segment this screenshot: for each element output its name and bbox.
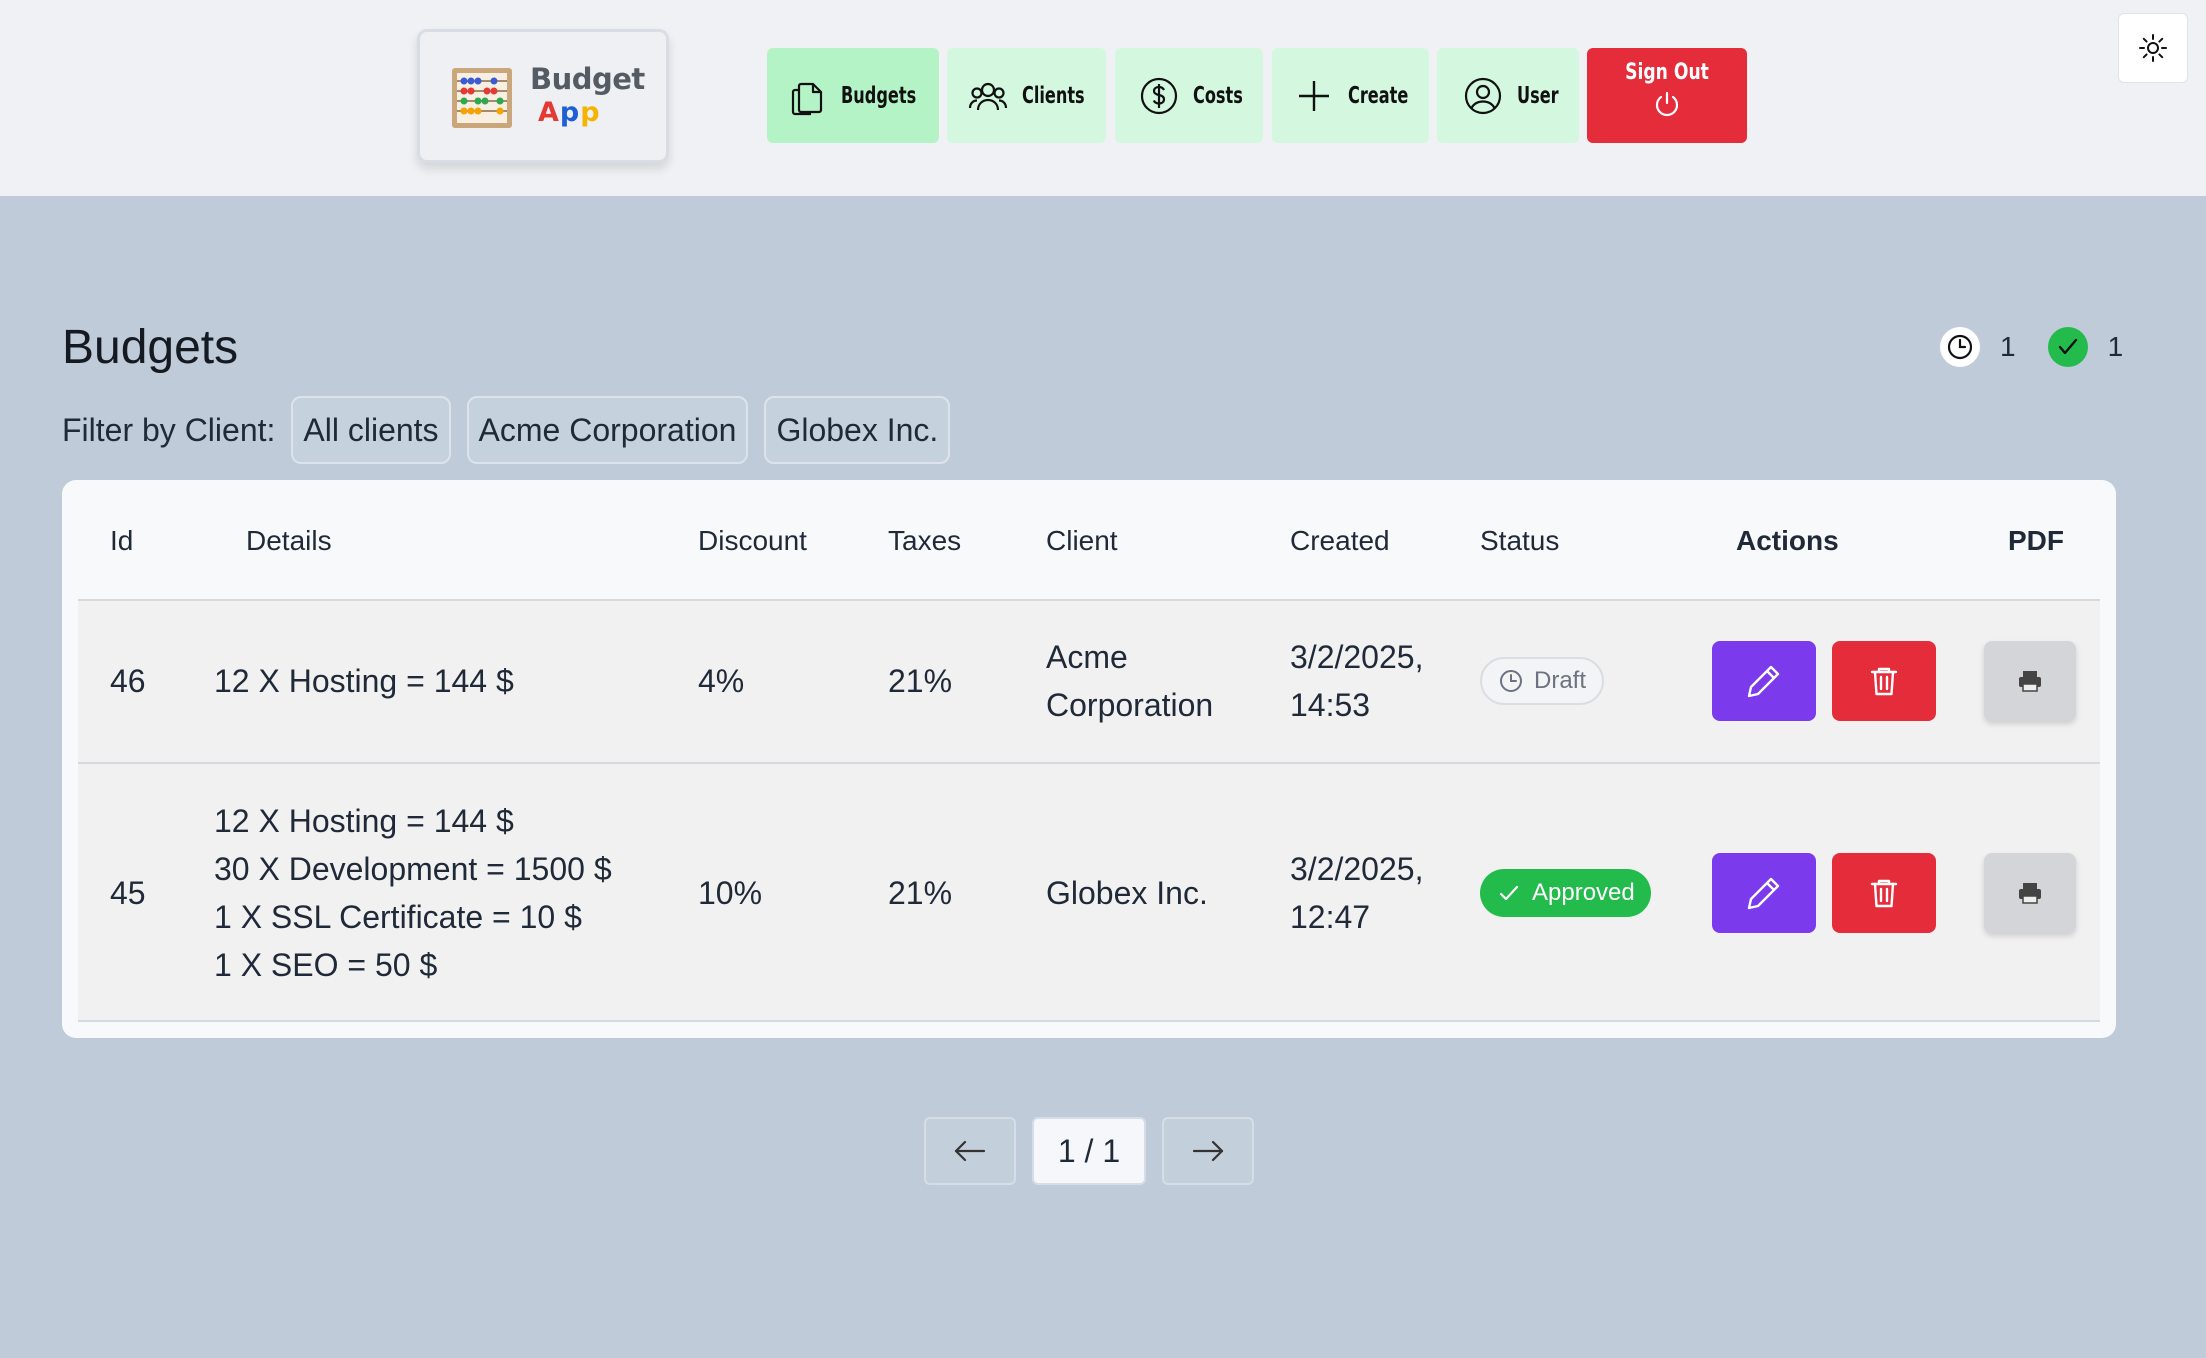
nav-clients-label: Clients [1022, 82, 1085, 109]
table-header: Id Details Discount Taxes Client Created… [78, 480, 2100, 601]
logo-text: Budget App [530, 62, 645, 130]
nav-create-button[interactable]: Create [1272, 48, 1429, 143]
page-title: Budgets [62, 321, 239, 374]
nav-budgets-label: Budgets [840, 82, 916, 109]
table-row: 46 12 X Hosting = 144 $ 4% 21% Acme Corp… [78, 601, 2100, 764]
table-row: 45 12 X Hosting = 144 $ 30 X Development… [78, 764, 2100, 1022]
theme-toggle-button[interactable] [2118, 13, 2188, 83]
filter-acme-corporation[interactable]: Acme Corporation [466, 396, 749, 464]
documents-icon [791, 82, 822, 115]
status-badge-draft: Draft [1480, 657, 1605, 705]
header-details: Details [246, 525, 332, 556]
status-counters: 1 1 [1940, 327, 2123, 367]
budgets-table: Id Details Discount Taxes Client Created… [62, 480, 2116, 1038]
next-page-button[interactable] [1162, 1117, 1254, 1185]
print-pdf-button[interactable] [1984, 853, 2076, 933]
check-icon [1499, 885, 1519, 901]
nav-costs-button[interactable]: Costs [1115, 48, 1263, 143]
header-id: Id [110, 525, 134, 556]
nav-create-label: Create [1347, 82, 1409, 109]
sun-icon [2139, 34, 2167, 62]
header-actions: Actions [1736, 525, 1839, 556]
previous-page-button[interactable] [924, 1117, 1016, 1185]
app-logo[interactable]: Budget App [417, 29, 669, 163]
cell-discount: 4% [698, 663, 745, 699]
printer-icon [2019, 883, 2041, 904]
printer-icon [2019, 671, 2041, 692]
cell-details: 12 X Hosting = 144 $ 30 X Development = … [214, 803, 612, 983]
check-circle-icon [2047, 327, 2088, 367]
nav-costs-label: Costs [1193, 82, 1243, 109]
filter-all-clients[interactable]: All clients [291, 396, 451, 464]
pending-counter: 1 [1940, 327, 2016, 367]
approved-count: 1 [2107, 331, 2124, 362]
status-label: Approved [1532, 879, 1635, 906]
top-bar: Budget App Budgets Clients Costs Create … [0, 0, 2206, 196]
clock-icon [1500, 670, 1522, 692]
status-label: Draft [1534, 667, 1587, 694]
header-client: Client [1046, 525, 1118, 556]
approved-counter: 1 [2047, 327, 2124, 367]
nav-user-button[interactable]: User [1437, 48, 1579, 143]
page-indicator: 1 / 1 [1032, 1117, 1146, 1185]
filter-label: Filter by Client: [62, 411, 276, 448]
nav-budgets-button[interactable]: Budgets [767, 48, 939, 143]
pencil-icon [1747, 665, 1780, 698]
edit-button[interactable] [1712, 641, 1816, 721]
cell-created: 3/2/2025, 14:53 [1290, 639, 1424, 723]
status-badge-approved: Approved [1480, 869, 1651, 917]
client-filter: Filter by Client: All clients Acme Corpo… [62, 396, 966, 464]
nav-clients-button[interactable]: Clients [947, 48, 1106, 143]
nav-user-label: User [1517, 82, 1559, 109]
clock-icon [1940, 327, 1980, 367]
header-created: Created [1290, 525, 1390, 556]
delete-button[interactable] [1832, 853, 1936, 933]
power-icon [1655, 91, 1679, 117]
header-discount: Discount [698, 525, 807, 556]
cell-id: 46 [110, 663, 146, 699]
cell-taxes: 21% [888, 663, 953, 699]
arrow-right-icon [1192, 1140, 1224, 1162]
cell-details: 12 X Hosting = 144 $ [214, 663, 514, 699]
header-pdf: PDF [2008, 525, 2064, 556]
trash-icon [1870, 879, 1898, 908]
trash-icon [1870, 667, 1898, 696]
delete-button[interactable] [1832, 641, 1936, 721]
sign-out-button[interactable]: Sign Out [1587, 48, 1747, 143]
cell-taxes: 21% [888, 875, 953, 911]
logo-word-app: App [538, 97, 601, 128]
dollar-circle-icon [1140, 77, 1178, 114]
abacus-icon [452, 68, 512, 128]
arrow-left-icon [954, 1140, 986, 1162]
print-pdf-button[interactable] [1984, 641, 2076, 721]
logo-word-budget: Budget [530, 62, 645, 96]
edit-button[interactable] [1712, 853, 1816, 933]
users-icon [969, 82, 1008, 110]
cell-created: 3/2/2025, 12:47 [1290, 851, 1424, 935]
header-taxes: Taxes [888, 525, 962, 556]
cell-client: Globex Inc. [1046, 875, 1208, 911]
cell-discount: 10% [698, 875, 763, 911]
sign-out-label: Sign Out [1625, 60, 1709, 85]
user-circle-icon [1465, 77, 1502, 114]
filter-globex-inc[interactable]: Globex Inc. [764, 396, 951, 464]
cell-client: Acme Corporation [1046, 639, 1214, 723]
plus-icon [1298, 80, 1329, 111]
pending-count: 1 [2000, 331, 2016, 362]
pencil-icon [1747, 877, 1780, 910]
cell-id: 45 [110, 875, 146, 911]
header-status: Status [1480, 525, 1560, 556]
